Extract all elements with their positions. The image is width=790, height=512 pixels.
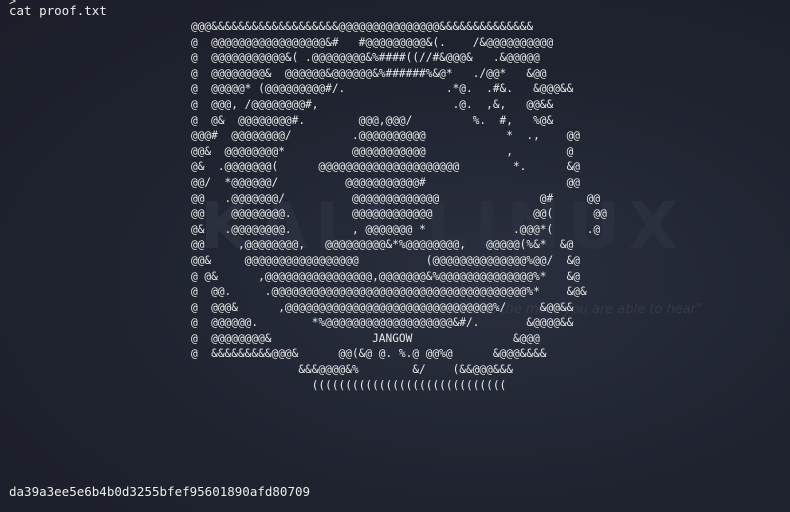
ascii-art-line: @@@# @@@@@@@@/ .@@@@@@@@@@ * ., @@ — [191, 129, 581, 143]
ascii-art-line: @@ ,@@@@@@@@, @@@@@@@@@&*%@@@@@@@@, @@@@… — [191, 238, 574, 252]
ascii-art-line: @ &&&&&&&&&@@@& @@(&@ @. %.@ @@%@ &@@@&&… — [191, 347, 547, 361]
ascii-art-line: @ @@@@@* (@@@@@@@@@#/. .*@. .#&. &@@@&& — [191, 82, 574, 96]
ascii-art-line: @@ .@@@@@@@/ @@@@@@@@@@@@@ @# @@ — [191, 191, 601, 205]
ascii-art-line: @@/ *@@@@@@/ @@@@@@@@@@@# @@ — [191, 175, 581, 189]
terminal-window[interactable]: > cat proof.txt @@@&&&&&&&&&&&&&&&&&&&@@… — [0, 0, 790, 512]
ascii-art-line: @@& @@@@@@@@@@@@@@@@@ (@@@@@@@@@@@@@@%@@… — [191, 253, 581, 267]
ascii-art-line: @ @& ,@@@@@@@@@@@@@@@@,@@@@@@@&%@@@@@@@@… — [191, 269, 581, 283]
ascii-art-line: @ @@@@@@@@@@@&( .@@@@@@@@&%####((//#&@@@… — [191, 51, 540, 65]
ascii-art-line: @& .@@@@@@@@. , @@@@@@@ * .@@@*( .@ — [191, 222, 601, 236]
command-line: cat proof.txt — [9, 3, 107, 18]
ascii-art-line: @ @@@@@@@@@@@@@@@@@&# #@@@@@@@@@&(. /&@@… — [191, 35, 554, 49]
ascii-art-line: @ @@. .@@@@@@@@@@@@@@@@@@@@@@@@@@@@@@@@@… — [191, 285, 587, 299]
ascii-art-line: @ @& @@@@@@@@#. @@@,@@@/ %. #, %@& — [191, 113, 554, 127]
ascii-art-line: @& .@@@@@@@( @@@@@@@@@@@@@@@@@@@@@ *. &@ — [191, 160, 581, 174]
ascii-art-banner: @@@&&&&&&&&&&&&&&&&&&&@@@@@@@@@@@@@@@&&&… — [191, 19, 607, 393]
ascii-art-line: @ @@@@@@@@& JANGOW &@@@ — [191, 331, 540, 345]
ascii-art-line: @ @@@& ,@@@@@@@@@@@@@@@@@@@@@@@@@@@@@@@%… — [191, 300, 574, 314]
ascii-art-line: @@@&&&&&&&&&&&&&&&&&&&@@@@@@@@@@@@@@@&&&… — [191, 20, 534, 33]
ascii-art-line: &&&@@@@&% &/ (&&@@@&&& — [298, 363, 513, 377]
ascii-art-line: @@& @@@@@@@@* @@@@@@@@@@@ , @ — [191, 144, 574, 158]
ascii-art-line: @ @@@@@@@@& @@@@@@&@@@@@@&%######%&@* ./… — [191, 66, 547, 80]
ascii-art-line: ((((((((((((((((((((((((((((( — [311, 378, 507, 392]
ascii-art-line: @@ @@@@@@@@. @@@@@@@@@@@@ @@( @@ — [191, 207, 607, 221]
proof-hash: da39a3ee5e6b4b0d3255bfef95601890afd80709 — [9, 484, 311, 499]
ascii-art-line: @ @@@@@@. *%@@@@@@@@@@@@@@@@@@@&#/. &@@@… — [191, 316, 574, 330]
ascii-art-line: @ @@@, /@@@@@@@@#, .@. ,&, @@&& — [191, 97, 554, 111]
